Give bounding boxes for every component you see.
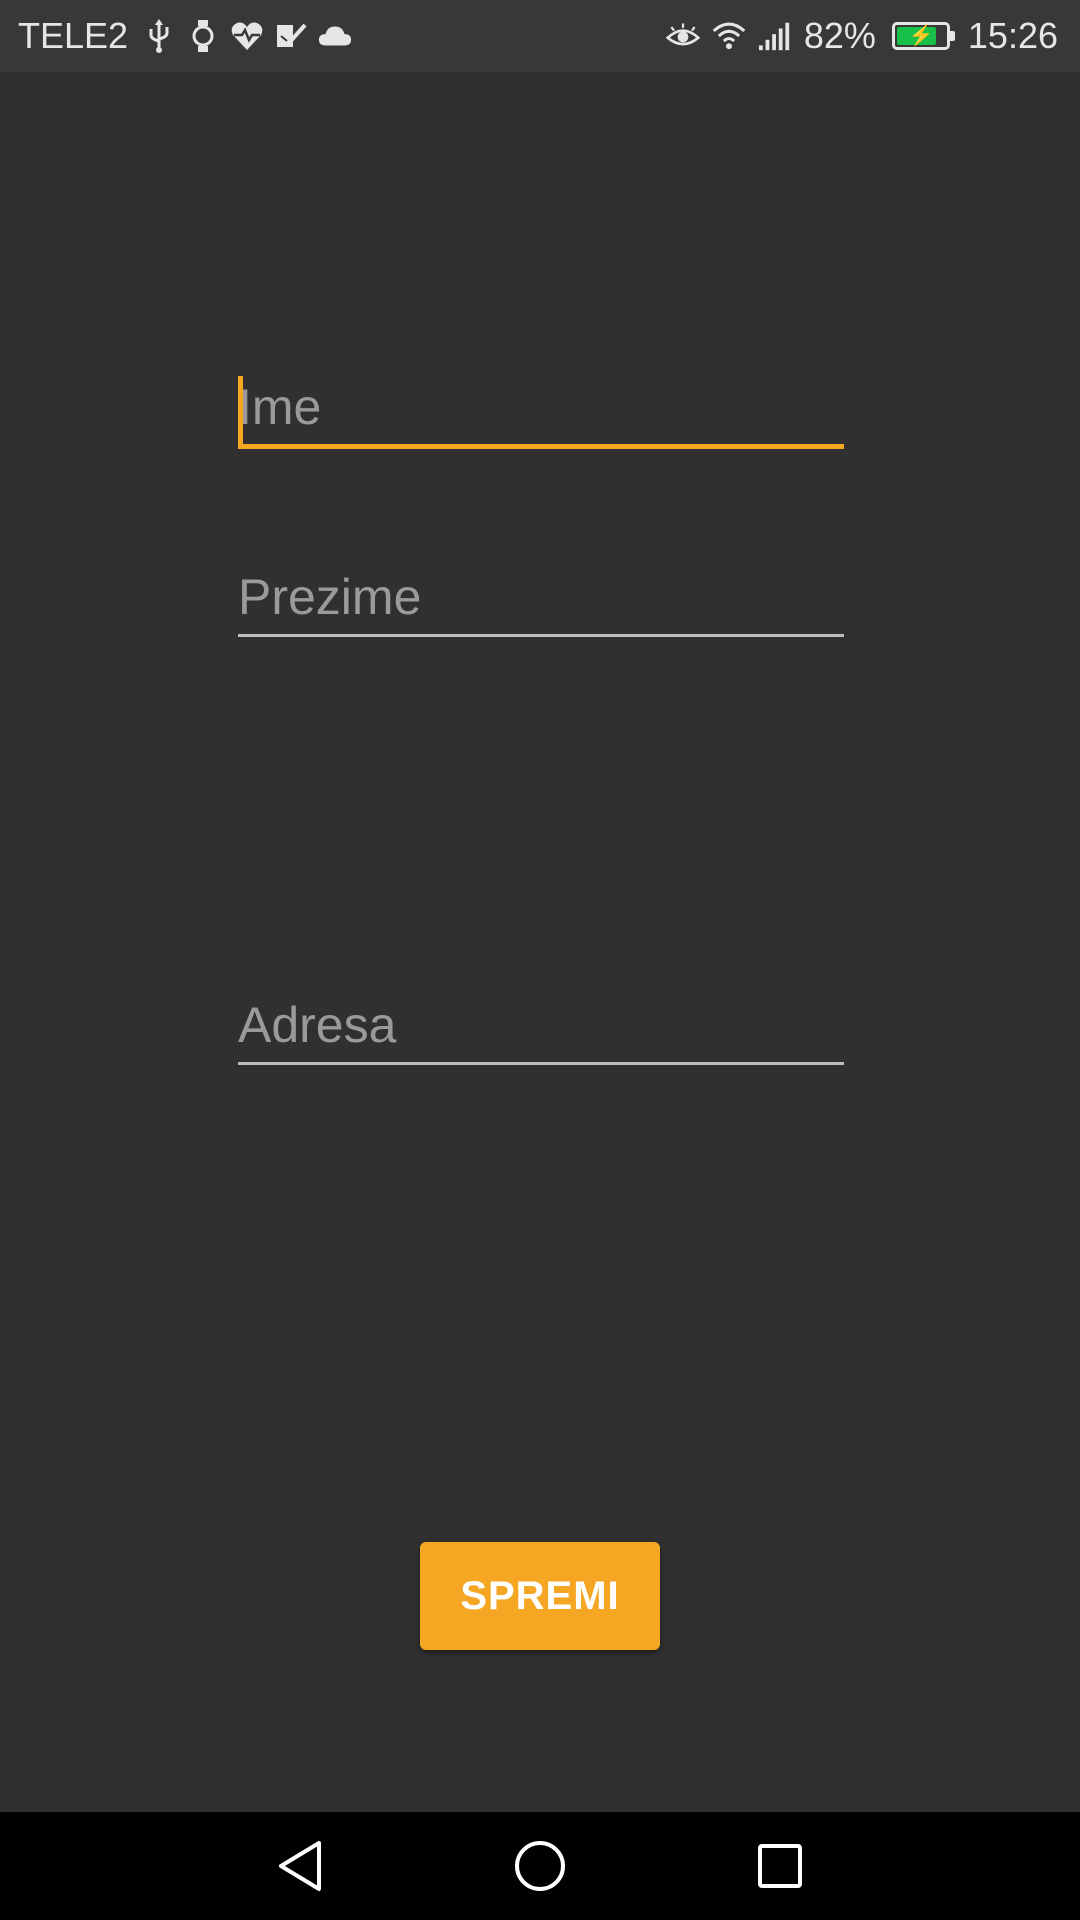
status-right: 82% ⚡ 15:26	[665, 0, 1058, 72]
carrier-name: TELE2	[18, 15, 129, 56]
status-bar: TELE2 82% ⚡ 15:26	[0, 0, 1080, 72]
back-icon[interactable]	[260, 1826, 340, 1906]
last-name-field	[238, 568, 844, 637]
task-check-icon	[274, 19, 308, 53]
first-name-input[interactable]	[238, 378, 844, 444]
address-underline	[238, 1062, 844, 1065]
eye-icon	[665, 19, 700, 53]
last-name-underline	[238, 634, 844, 637]
address-input[interactable]	[238, 996, 844, 1062]
save-button[interactable]: SPREMI	[420, 1542, 660, 1650]
first-name-field	[238, 376, 844, 449]
app-screen: TELE2 82% ⚡ 15:26 Ime Prezime Adresa SPR…	[0, 0, 1080, 1920]
cloud-icon	[318, 19, 352, 53]
battery-percent: 82%	[803, 15, 876, 56]
heart-rate-icon	[230, 19, 264, 53]
address-field	[238, 996, 844, 1065]
clock: 15:26	[967, 15, 1058, 56]
watch-icon	[186, 19, 220, 53]
navigation-bar	[0, 1812, 1080, 1920]
text-cursor	[238, 376, 243, 448]
home-icon[interactable]	[500, 1826, 580, 1906]
signal-icon	[758, 19, 792, 53]
recent-apps-icon[interactable]	[740, 1826, 820, 1906]
battery-icon: ⚡	[891, 22, 955, 50]
usb-icon	[142, 19, 176, 53]
status-left: TELE2	[18, 0, 352, 72]
first-name-underline	[238, 444, 844, 449]
wifi-icon	[712, 19, 746, 53]
last-name-input[interactable]	[238, 568, 844, 634]
charging-bolt-icon: ⚡	[908, 25, 934, 47]
